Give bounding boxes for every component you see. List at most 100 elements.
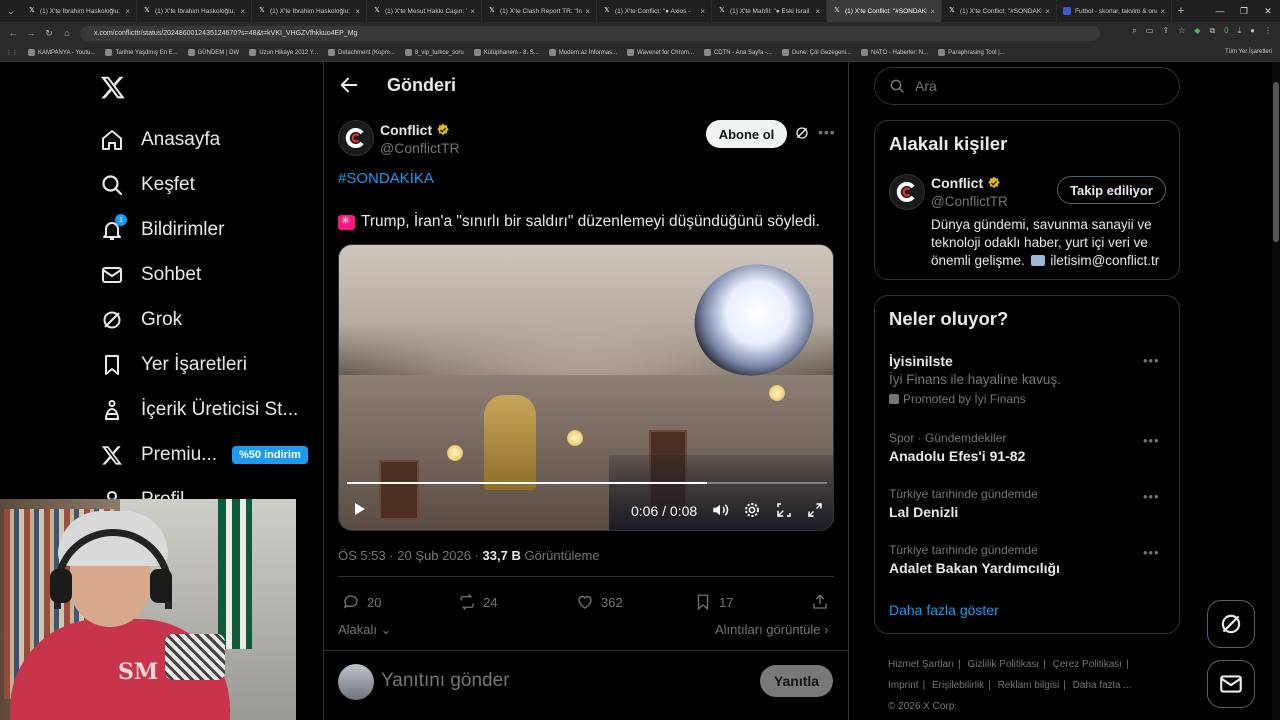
back-arrow-icon[interactable] bbox=[338, 74, 360, 96]
video-player[interactable]: 0:06 / 0:08 bbox=[338, 244, 834, 531]
apps-grid-icon[interactable]: ⋮⋮ bbox=[6, 49, 18, 56]
browser-tab[interactable]: Futbol - skorlar, takvim & ona × bbox=[1057, 0, 1172, 22]
nav-item-home[interactable]: Anasayfa bbox=[100, 120, 220, 160]
trend-item[interactable]: Türkiye tarihinde gündemde Lal Denizli bbox=[889, 487, 1169, 520]
trend-item-promoted[interactable]: İyisinilste İyi Finans ile hayaline kavu… bbox=[889, 353, 1169, 406]
nav-item-grok[interactable]: Grok bbox=[100, 300, 182, 340]
home-nav-icon[interactable]: ⌂ bbox=[58, 28, 76, 38]
browser-tab-active[interactable]: 𝕏 (1) X'te Conflict: "#SONDAKİ × bbox=[827, 0, 942, 22]
nav-item-chat[interactable]: Sohbet bbox=[100, 255, 201, 295]
related-handle[interactable]: @ConflictTR bbox=[931, 194, 1008, 209]
footer-link[interactable]: Reklam bilgisi bbox=[998, 680, 1060, 691]
zoom-icon[interactable]: ⌕ bbox=[1132, 26, 1136, 36]
new-tab-button[interactable]: + bbox=[1172, 5, 1190, 17]
reload-icon[interactable]: ↻ bbox=[40, 28, 58, 39]
author-avatar[interactable] bbox=[338, 120, 374, 156]
close-tab-icon[interactable]: × bbox=[1160, 7, 1165, 16]
browser-tab[interactable]: 𝕏 (1) X'te Mahfil: "● Eski İsrail × bbox=[712, 0, 827, 22]
bookmark-item[interactable]: Uzun Hikaye 2012 Y... bbox=[249, 49, 318, 56]
browser-menu-icon[interactable]: ⋮ bbox=[1264, 26, 1272, 36]
author-name[interactable]: Conflict bbox=[380, 122, 450, 138]
post-timestamp[interactable]: ÖS 5:53 · 20 Şub 2026 · bbox=[338, 548, 483, 563]
nav-item-notifications[interactable]: 1 Bildirimler bbox=[100, 210, 224, 250]
nav-item-explore[interactable]: Keşfet bbox=[100, 165, 195, 205]
email-link[interactable]: iletisim@conflict.tr bbox=[1047, 253, 1159, 268]
video-progress-bar[interactable] bbox=[347, 482, 827, 484]
close-tab-icon[interactable]: × bbox=[585, 7, 590, 16]
all-bookmarks-link[interactable]: Tüm Yer İşaretleri bbox=[1225, 49, 1272, 55]
page-scrollbar[interactable] bbox=[1272, 62, 1280, 720]
reply-input[interactable]: Yanıtını gönder bbox=[381, 670, 510, 692]
browser-tab[interactable]: 𝕏 (1) X'te Mesut Hakkı Caşın: "İs × bbox=[367, 0, 482, 22]
close-tab-icon[interactable]: × bbox=[125, 7, 130, 16]
trend-item[interactable]: Spor · Gündemdekiler Anadolu Efes'i 91-8… bbox=[889, 431, 1169, 464]
x-logo-icon[interactable] bbox=[100, 74, 126, 100]
trend-more-icon[interactable]: ••• bbox=[1143, 545, 1160, 560]
minimize-icon[interactable]: — bbox=[1208, 0, 1232, 22]
browser-tab[interactable]: 𝕏 (1) X'te Clash Report TR: "İran × bbox=[482, 0, 597, 22]
url-input[interactable]: x.com/conflicttr/status/2024860012435124… bbox=[80, 26, 1100, 41]
star-icon[interactable]: ☆ bbox=[1178, 26, 1185, 36]
bookmark-item[interactable]: Dune: Çöl Gezegeni... bbox=[781, 49, 851, 56]
browser-tab[interactable]: 𝕏 (1) X'te İbrahim Haskoloğlu: " × bbox=[252, 0, 367, 22]
bookmark-item[interactable]: 8_vip_turkce_soru bbox=[404, 49, 464, 56]
trend-more-icon[interactable]: ••• bbox=[1143, 489, 1160, 504]
bookmark-item[interactable]: NATO - Haberler: N... bbox=[861, 49, 928, 56]
nav-item-premium[interactable]: Premiu... %50 indirim bbox=[100, 435, 308, 475]
repost-button[interactable]: 24 bbox=[458, 593, 497, 611]
share-button[interactable] bbox=[811, 593, 829, 611]
bookmark-item[interactable]: CDTN - Ana Sayfa -... bbox=[703, 49, 772, 56]
close-tab-icon[interactable]: × bbox=[240, 7, 245, 16]
downloads-icon[interactable]: ⤓ bbox=[1238, 26, 1242, 36]
profile-avatar-icon[interactable]: ● bbox=[1250, 26, 1255, 36]
bookmark-item[interactable]: Wavenet for Chrom... bbox=[627, 49, 694, 56]
nav-item-creator-studio[interactable]: İçerik Üreticisi St... bbox=[100, 390, 298, 430]
bookmark-item[interactable]: KAMPANYA - Youtu... bbox=[28, 49, 95, 56]
reply-submit-button[interactable]: Yanıtla bbox=[760, 665, 833, 697]
close-tab-icon[interactable]: × bbox=[1045, 7, 1050, 16]
like-button[interactable]: 362 bbox=[576, 593, 623, 611]
hashtag-link[interactable]: #SONDAKİKA bbox=[338, 170, 434, 187]
messages-floating-button[interactable] bbox=[1207, 660, 1255, 708]
sort-replies-dropdown[interactable]: Alakalı ⌄ bbox=[338, 622, 392, 638]
cast-icon[interactable]: ▭ bbox=[1146, 26, 1154, 36]
play-icon[interactable] bbox=[351, 501, 367, 517]
author-handle[interactable]: @ConflictTR bbox=[380, 140, 460, 156]
bookmark-button[interactable]: 17 bbox=[694, 593, 733, 611]
close-tab-icon[interactable]: × bbox=[700, 7, 705, 16]
footer-link[interactable]: Erişilebilirlik bbox=[932, 680, 984, 691]
extension-green-icon[interactable]: ◆ bbox=[1194, 26, 1200, 36]
footer-link[interactable]: Çerez Politikası bbox=[1053, 659, 1122, 670]
share-icon[interactable]: ⇪ bbox=[1162, 26, 1169, 36]
related-name[interactable]: Conflict bbox=[931, 175, 1001, 191]
footer-link[interactable]: Gizlilik Politikası bbox=[968, 659, 1040, 670]
bookmark-item[interactable]: Detachment (Kopm... bbox=[328, 49, 395, 56]
more-options-icon[interactable]: ••• bbox=[818, 124, 836, 140]
extension-badge[interactable]: 0 bbox=[1224, 26, 1228, 36]
extensions-icon[interactable]: ⧉ bbox=[1209, 26, 1215, 36]
close-tab-icon[interactable]: × bbox=[470, 7, 475, 16]
bookmark-item[interactable]: Kütüphanem - 8. S... bbox=[473, 49, 539, 56]
fullscreen-icon[interactable] bbox=[806, 501, 824, 519]
browser-tab[interactable]: 𝕏 (1) X'te İbrahim Haskoloğlu: " × bbox=[137, 0, 252, 22]
close-window-icon[interactable]: ✕ bbox=[1256, 0, 1280, 22]
volume-icon[interactable] bbox=[711, 501, 729, 519]
forward-nav-icon[interactable]: → bbox=[22, 28, 40, 38]
trend-more-icon[interactable]: ••• bbox=[1143, 353, 1160, 368]
footer-link[interactable]: Hizmet Şartları bbox=[888, 659, 954, 670]
trend-more-icon[interactable]: ••• bbox=[1143, 433, 1160, 448]
trend-item[interactable]: Türkiye tarihinde gündemde Adalet Bakan … bbox=[889, 543, 1169, 576]
maximize-icon[interactable]: ❐ bbox=[1232, 0, 1256, 22]
footer-link[interactable]: Daha fazla ... bbox=[1073, 680, 1132, 691]
close-tab-icon[interactable]: × bbox=[815, 7, 820, 16]
nav-item-bookmarks[interactable]: Yer İşaretleri bbox=[100, 345, 247, 385]
show-more-link[interactable]: Daha fazla göster bbox=[889, 602, 999, 618]
browser-tab[interactable]: 𝕏 (1) X'te Conflict: "● Axios - × bbox=[597, 0, 712, 22]
subscribe-button[interactable]: Abone ol bbox=[706, 120, 787, 148]
browser-tab[interactable]: 𝕏 (1) X'te Conflict: "#SONDAKİ × bbox=[942, 0, 1057, 22]
webcam-menu-icon[interactable]: ⋮ bbox=[293, 669, 296, 680]
back-nav-icon[interactable]: ← bbox=[4, 28, 22, 38]
bookmark-item[interactable]: Paraphrasing Tool |... bbox=[938, 49, 1005, 56]
browser-tab[interactable]: 𝕏 (1) X'te İbrahim Haskoloğlu: "(× bbox=[22, 0, 137, 22]
settings-gear-icon[interactable] bbox=[743, 501, 761, 519]
